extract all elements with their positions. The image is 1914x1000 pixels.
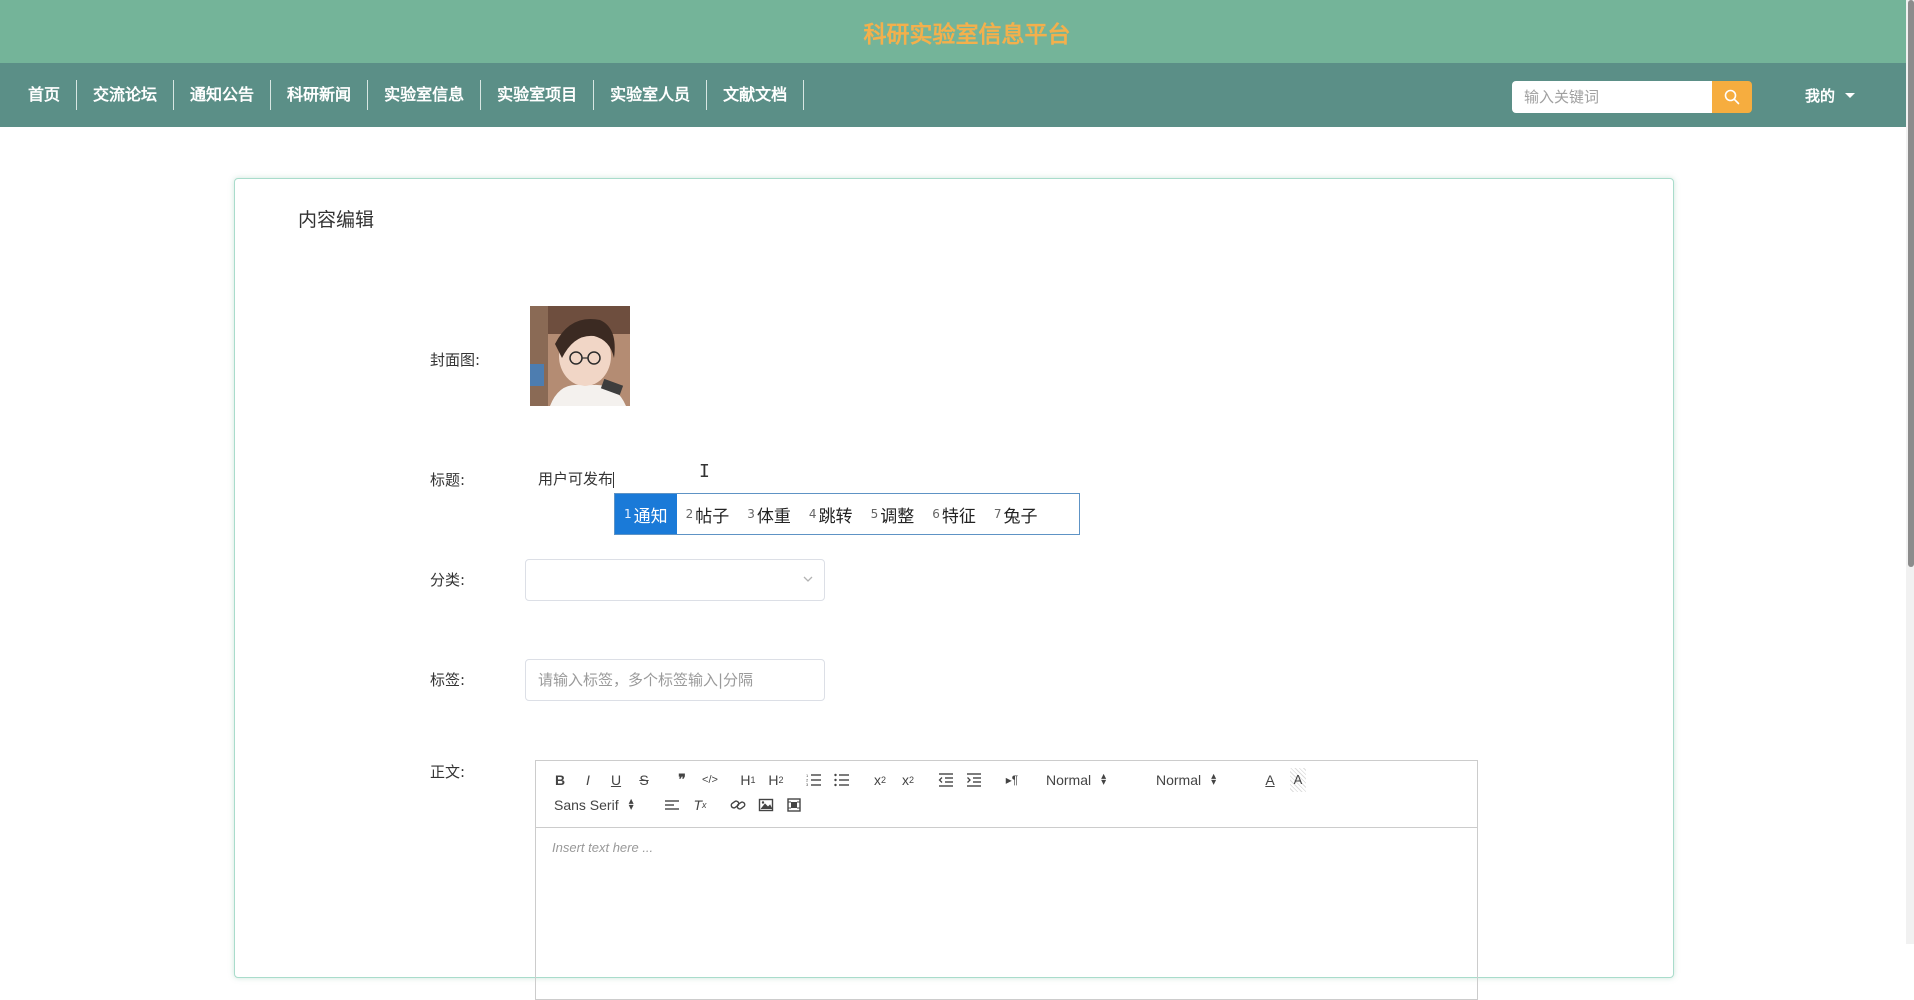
cover-photo: [530, 306, 630, 406]
clear-format-button[interactable]: Tx: [686, 793, 714, 817]
ime-candidate[interactable]: 3 体重: [738, 494, 800, 534]
tags-input[interactable]: [525, 659, 825, 701]
italic-button[interactable]: I: [574, 768, 602, 792]
outdent-button[interactable]: [932, 768, 960, 792]
outdent-icon: [938, 772, 953, 787]
title-input-value: 用户可发布: [538, 470, 614, 488]
link-button[interactable]: [724, 793, 752, 817]
select-arrows-icon: ▴ ▾: [628, 795, 634, 813]
nav-item-home[interactable]: 首页: [12, 80, 78, 110]
nav-list: 首页 交流论坛 通知公告 科研新闻 实验室信息 实验室项目 实验室人员 文献文档: [12, 63, 805, 127]
nav-item-lab-projects[interactable]: 实验室项目: [481, 80, 595, 110]
caret-down-icon: [1845, 93, 1856, 98]
scrollbar-thumb[interactable]: [1908, 0, 1914, 567]
card-title: 内容编辑: [298, 209, 375, 231]
ime-candidate[interactable]: 5 调整: [862, 494, 924, 534]
select-arrows-icon: ▴ ▾: [1101, 770, 1107, 788]
cover-label: 封面图:: [430, 351, 481, 369]
content-edit-card: 内容编辑 封面图: 标题: 用户可发布 I 1 通知 2 帖子 3 体重 4 跳…: [234, 178, 1674, 1000]
strikethrough-button[interactable]: S: [630, 768, 658, 792]
heading1-button[interactable]: H1: [734, 768, 762, 792]
header-select[interactable]: Normal ▴ ▾: [1036, 768, 1146, 792]
link-icon: [730, 799, 746, 810]
font-select[interactable]: Sans Serif ▴ ▾: [546, 793, 658, 817]
cover-image[interactable]: [530, 306, 630, 406]
user-menu-label: 我的: [1805, 87, 1836, 105]
search-box: [1512, 81, 1752, 113]
ime-candidate[interactable]: 6 特征: [923, 494, 985, 534]
search-input[interactable]: [1512, 81, 1712, 113]
image-icon: [758, 798, 774, 811]
ordered-list-icon: 1 2 3: [806, 773, 821, 787]
rich-text-editor: B I U S ❞ </> H1 H2 1 2 3 x 2 x 2 ▸¶ Nor…: [535, 760, 1478, 1000]
indent-button[interactable]: [960, 768, 988, 792]
text-caret: [613, 471, 615, 488]
select-arrows-icon: ▴ ▾: [1211, 770, 1217, 788]
code-block-button[interactable]: </>: [696, 768, 724, 792]
background-color-button[interactable]: A: [1290, 767, 1306, 792]
underline-button[interactable]: U: [602, 768, 630, 792]
chevron-down-icon: [803, 576, 813, 582]
title-input[interactable]: 用户可发布: [530, 461, 1090, 497]
ime-candidate[interactable]: 2 帖子: [677, 494, 739, 534]
search-icon: [1724, 89, 1740, 105]
nav-item-documents[interactable]: 文献文档: [707, 80, 805, 110]
ibeam-cursor-icon: I: [699, 461, 710, 482]
indent-icon: [967, 772, 981, 787]
ime-candidate[interactable]: 7 兔子: [985, 494, 1047, 534]
nav-item-notices[interactable]: 通知公告: [174, 80, 272, 110]
text-color-button[interactable]: A: [1256, 768, 1284, 792]
title-label: 标题:: [430, 471, 466, 489]
blockquote-button[interactable]: ❞: [668, 768, 696, 792]
editor-placeholder: Insert text here ...: [552, 840, 654, 855]
editor-toolbar: B I U S ❞ </> H1 H2 1 2 3 x 2 x 2 ▸¶ Nor…: [536, 761, 1477, 828]
user-menu[interactable]: 我的: [1805, 85, 1856, 106]
image-button[interactable]: [752, 793, 780, 817]
superscript-button[interactable]: x2: [894, 768, 922, 792]
navbar: 首页 交流论坛 通知公告 科研新闻 实验室信息 实验室项目 实验室人员 文献文档…: [0, 63, 1914, 127]
site-title: 科研实验室信息平台: [863, 21, 1071, 48]
subscript-button[interactable]: x2: [866, 768, 894, 792]
align-button[interactable]: [658, 793, 686, 817]
video-icon: [787, 797, 801, 812]
ime-candidate[interactable]: 1 通知: [615, 494, 677, 534]
category-label: 分类:: [430, 571, 466, 589]
editor-content-area[interactable]: Insert text here ...: [536, 828, 1477, 867]
video-button[interactable]: [780, 793, 808, 817]
nav-item-forum[interactable]: 交流论坛: [77, 80, 175, 110]
bold-button[interactable]: B: [546, 768, 574, 792]
ime-candidate-bar: 1 通知 2 帖子 3 体重 4 跳转 5 调整 6 特征 7 兔子: [614, 493, 1080, 535]
text-direction-button[interactable]: ▸¶: [998, 768, 1026, 792]
ordered-list-button[interactable]: 1 2 3: [800, 768, 828, 792]
top-banner: 科研实验室信息平台: [0, 0, 1914, 63]
nav-item-research-news[interactable]: 科研新闻: [271, 80, 369, 110]
nav-item-lab-info[interactable]: 实验室信息: [368, 80, 482, 110]
heading2-button[interactable]: H2: [762, 768, 790, 792]
size-select[interactable]: Normal ▴ ▾: [1146, 768, 1256, 792]
category-select[interactable]: [525, 559, 825, 601]
align-left-icon: [665, 799, 679, 810]
body-label: 正文:: [430, 763, 466, 781]
search-button[interactable]: [1712, 81, 1752, 113]
bullet-list-icon: [834, 773, 849, 786]
ime-candidate[interactable]: 4 跳转: [800, 494, 862, 534]
tags-label: 标签:: [430, 671, 466, 689]
svg-text:3: 3: [806, 782, 809, 787]
bullet-list-button[interactable]: [828, 768, 856, 792]
nav-item-lab-members[interactable]: 实验室人员: [594, 80, 708, 110]
